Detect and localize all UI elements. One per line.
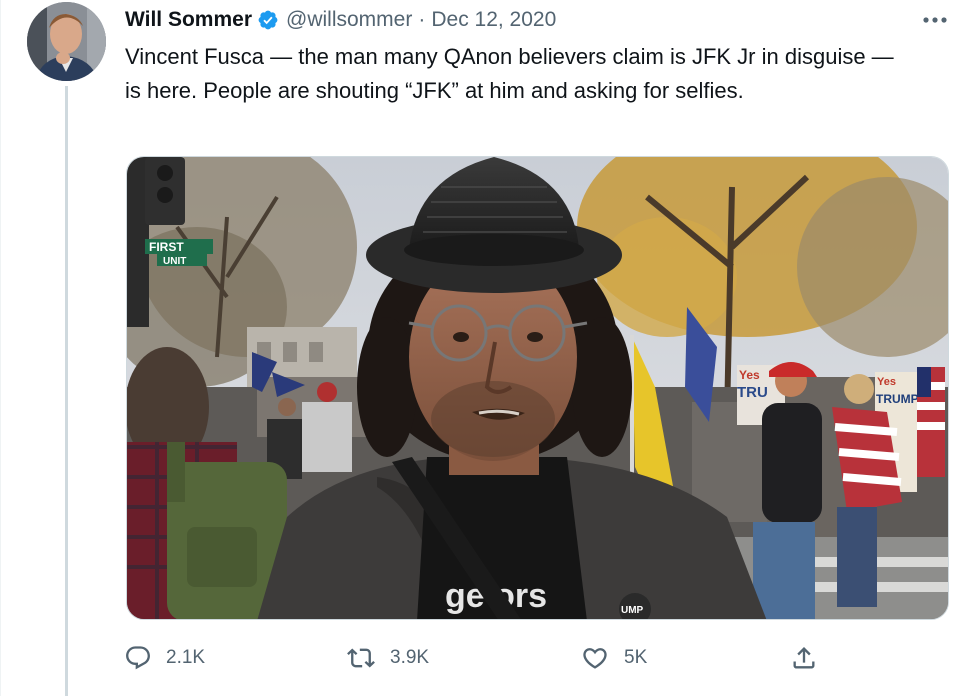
retweet-button[interactable]: 3.9K xyxy=(346,638,429,678)
retweet-count: 3.9K xyxy=(390,647,430,668)
like-icon xyxy=(583,648,607,669)
verified-badge-icon xyxy=(257,9,279,31)
tweet-photo[interactable]: FIRST UNIT Yes TRU Yes TRUMP ge ors UMP xyxy=(126,156,949,620)
sign-yes-left: Yes xyxy=(739,368,760,382)
street-sign-top: FIRST xyxy=(149,240,184,254)
sign-yes-right: Yes xyxy=(877,376,896,388)
share-icon xyxy=(793,647,815,669)
separator-dot: · xyxy=(418,8,426,31)
pin-badge-text: UMP xyxy=(621,605,644,616)
more-icon[interactable] xyxy=(918,8,952,32)
like-count: 5K xyxy=(624,647,648,668)
tweet-date[interactable]: Dec 12, 2020 xyxy=(431,8,556,32)
tweet-actions: 2.1K 3.9K 5K xyxy=(124,638,824,678)
retweet-icon xyxy=(347,648,375,668)
street-sign-bottom: UNIT xyxy=(163,256,186,267)
sign-tru-left: TRU xyxy=(737,384,768,401)
like-button[interactable]: 5K xyxy=(580,638,647,678)
reply-button[interactable]: 2.1K xyxy=(124,638,205,678)
avatar[interactable] xyxy=(27,2,106,81)
photo-scene: FIRST UNIT Yes TRU Yes TRUMP ge ors UMP xyxy=(127,157,948,619)
reply-count: 2.1K xyxy=(166,647,206,668)
share-button[interactable] xyxy=(790,638,832,678)
tweet-header: Will Sommer @willsommer · Dec 12, 2020 xyxy=(125,6,556,34)
sign-trump-right: TRUMP xyxy=(876,392,919,406)
tweet-text: Vincent Fusca — the man many QAnon belie… xyxy=(125,44,894,103)
avatar-image xyxy=(27,2,106,81)
author-handle[interactable]: @willsommer xyxy=(286,8,412,32)
thread-line xyxy=(65,86,68,696)
reply-icon xyxy=(126,646,150,670)
left-border xyxy=(0,0,1,696)
author-name[interactable]: Will Sommer xyxy=(125,8,252,32)
